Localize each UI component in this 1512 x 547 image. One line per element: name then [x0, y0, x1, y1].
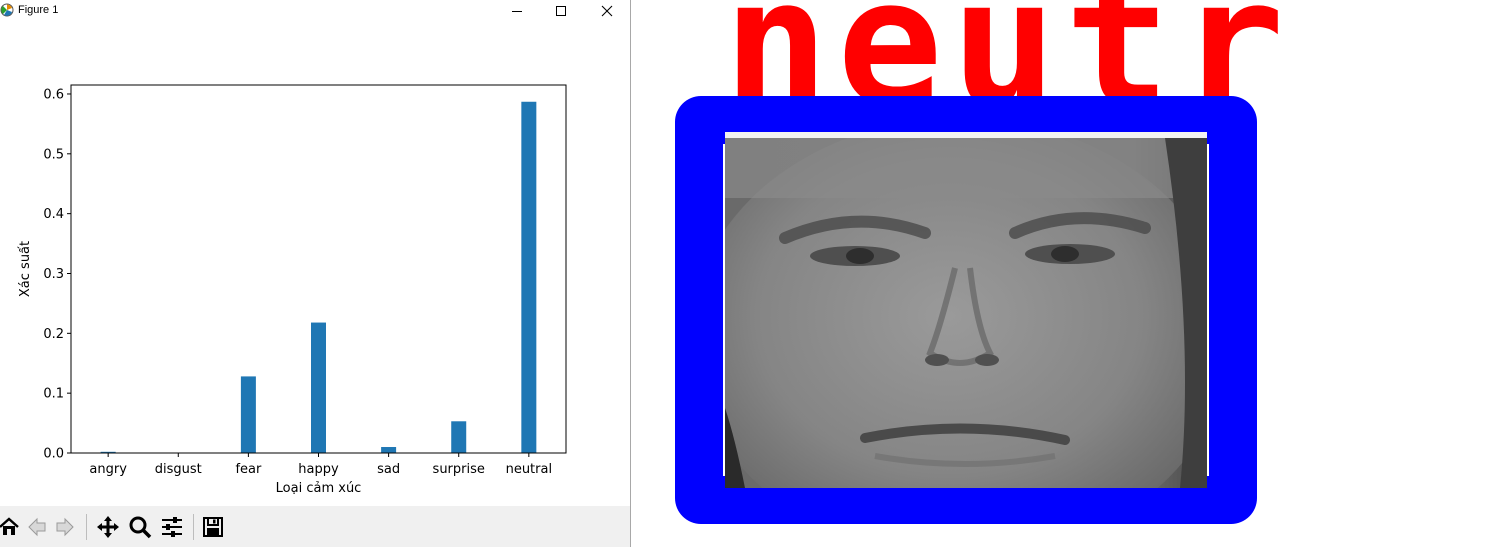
window-titlebar[interactable]: Figure 1 [0, 0, 630, 22]
x-tick-label: fear [235, 462, 262, 477]
y-tick-label: 0.6 [43, 87, 64, 102]
back-icon [28, 517, 46, 537]
y-tick-label: 0.1 [43, 387, 64, 402]
window-title: Figure 1 [18, 4, 59, 16]
toolbar-separator [86, 514, 87, 540]
forward-icon [56, 517, 74, 537]
face-image [725, 132, 1207, 488]
minimize-icon [512, 11, 522, 12]
x-tick-label: surprise [433, 462, 485, 477]
maximize-icon [556, 6, 566, 16]
y-tick-label: 0.0 [43, 447, 64, 462]
matplotlib-app-icon [0, 3, 14, 17]
x-tick-label: angry [89, 462, 127, 477]
save-icon [203, 517, 223, 537]
y-tick-label: 0.4 [43, 207, 64, 222]
configure-subplots-icon [162, 517, 182, 537]
bar-surprise [451, 421, 467, 453]
zoom-button[interactable] [127, 514, 153, 540]
home-icon [0, 517, 19, 535]
minimize-button[interactable] [494, 0, 540, 22]
y-tick-label: 0.5 [43, 147, 64, 162]
x-tick-label: sad [377, 462, 400, 477]
pan-icon [97, 516, 119, 538]
x-tick-label: neutral [506, 462, 553, 477]
zoom-icon [129, 516, 152, 539]
y-axis-label: Xác suất [18, 241, 33, 297]
configure-subplots-button[interactable] [159, 514, 185, 540]
bar-chart: 0.0 0.1 0.2 0.3 0.4 0.5 0.6 angry disgust fear hap… [18, 84, 567, 496]
bar-neutral [521, 101, 537, 454]
forward-button[interactable] [52, 514, 78, 540]
back-button[interactable] [24, 514, 50, 540]
home-button[interactable] [0, 514, 22, 540]
toolbar-separator [193, 514, 194, 540]
pan-button[interactable] [95, 514, 121, 540]
figure-window: Figure 1 0.0 0.1 0.2 0.3 0.4 0.5 0.6 angry disgu… [0, 0, 631, 547]
x-axis-label: Loại cảm xúc [276, 481, 362, 496]
emotion-detection-view: neutr [631, 0, 1512, 547]
bar-sad [381, 447, 397, 453]
bar-happy [311, 322, 326, 453]
figure-canvas[interactable]: 0.0 0.1 0.2 0.3 0.4 0.5 0.6 angry disgust fear hap… [0, 22, 630, 506]
x-tick-label: happy [298, 462, 339, 477]
bar-fear [240, 376, 256, 453]
y-tick-label: 0.2 [43, 327, 64, 342]
close-icon [601, 5, 613, 17]
save-button[interactable] [200, 514, 226, 540]
grayscale-face-photo [725, 138, 1207, 488]
y-tick-label: 0.3 [43, 267, 64, 282]
maximize-button[interactable] [538, 0, 584, 22]
close-button[interactable] [584, 0, 630, 22]
x-tick-label: disgust [155, 462, 202, 477]
navigation-toolbar [0, 506, 630, 547]
